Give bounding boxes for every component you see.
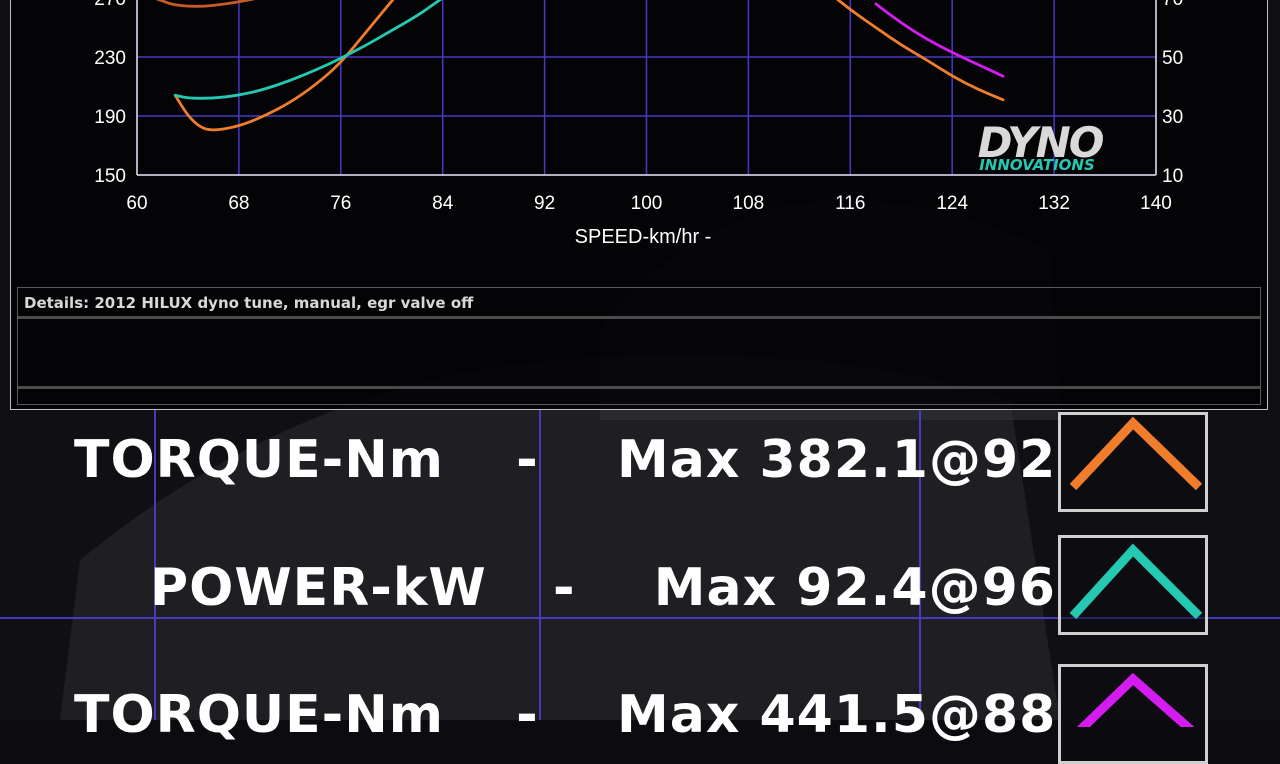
legend-swatch-orange[interactable] xyxy=(1058,412,1208,512)
legend-max: Max 382.1@92 xyxy=(616,430,1057,490)
x-tick-label: 84 xyxy=(432,193,454,214)
x-tick-label: 100 xyxy=(631,193,663,214)
legend-swatch-magenta[interactable] xyxy=(1058,664,1208,764)
legend-name: TORQUE-Nm xyxy=(74,685,444,745)
y-right-tick-label: 10 xyxy=(1162,166,1183,187)
chart-ticks: 60 68 76 84 92 100 108 116 124 132 140 150 190 230 270… xyxy=(94,0,1183,214)
legend-max: Max 441.5@88 xyxy=(616,685,1057,745)
dyno-innovations-logo: DYNO INNOVATIONS xyxy=(978,118,1106,174)
y-left-tick-label: 270 xyxy=(94,0,126,10)
chart-series xyxy=(155,0,1005,132)
dyno-chart: 60 68 76 84 92 100 108 116 124 132 140 150 190 230 270… xyxy=(94,0,1183,248)
x-tick-label: 140 xyxy=(1140,193,1172,214)
x-tick-label: 132 xyxy=(1038,193,1070,214)
legend-name: TORQUE-Nm xyxy=(74,430,444,490)
x-tick-label: 60 xyxy=(126,193,147,214)
x-tick-label: 92 xyxy=(534,193,555,214)
legend-row-torque-2: TORQUE-Nm - Max 441.5@88 xyxy=(74,685,1056,745)
legend-separator: - xyxy=(516,685,539,745)
y-left-tick-label: 150 xyxy=(94,166,126,187)
series-line-0 xyxy=(835,0,1005,102)
logo-line2: INNOVATIONS xyxy=(979,156,1095,174)
x-tick-label: 68 xyxy=(228,193,249,214)
legend-separator: - xyxy=(516,430,539,490)
y-left-tick-label: 190 xyxy=(94,107,126,128)
series-line-1 xyxy=(173,0,443,100)
x-tick-label: 124 xyxy=(936,193,968,214)
details-divider-bottom xyxy=(18,386,1260,389)
series-line-3 xyxy=(155,0,256,8)
details-box: Details: 2012 HILUX dyno tune, manual, e… xyxy=(17,287,1261,405)
legend-max: Max 92.4@96 xyxy=(653,558,1056,618)
legend-name: POWER-kW xyxy=(150,558,487,618)
legend-row-torque-1: TORQUE-Nm - Max 382.1@92 xyxy=(74,430,1056,490)
legend-row-power: POWER-kW - Max 92.4@96 xyxy=(150,558,1056,618)
y-left-tick-label: 230 xyxy=(94,48,126,69)
x-axis-label: SPEED-km/hr - xyxy=(575,226,712,248)
x-tick-label: 108 xyxy=(733,193,765,214)
y-right-tick-label: 30 xyxy=(1162,107,1183,128)
y-right-tick-label: 70 xyxy=(1162,0,1183,10)
legend-separator: - xyxy=(552,558,576,618)
series-line-0 xyxy=(173,0,395,132)
y-right-tick-label: 50 xyxy=(1162,48,1183,69)
details-divider-top xyxy=(18,316,1260,319)
details-text: Details: 2012 HILUX dyno tune, manual, e… xyxy=(24,294,474,312)
legend-swatch-teal[interactable] xyxy=(1058,535,1208,635)
x-tick-label: 76 xyxy=(330,193,351,214)
x-tick-label: 116 xyxy=(835,193,865,214)
